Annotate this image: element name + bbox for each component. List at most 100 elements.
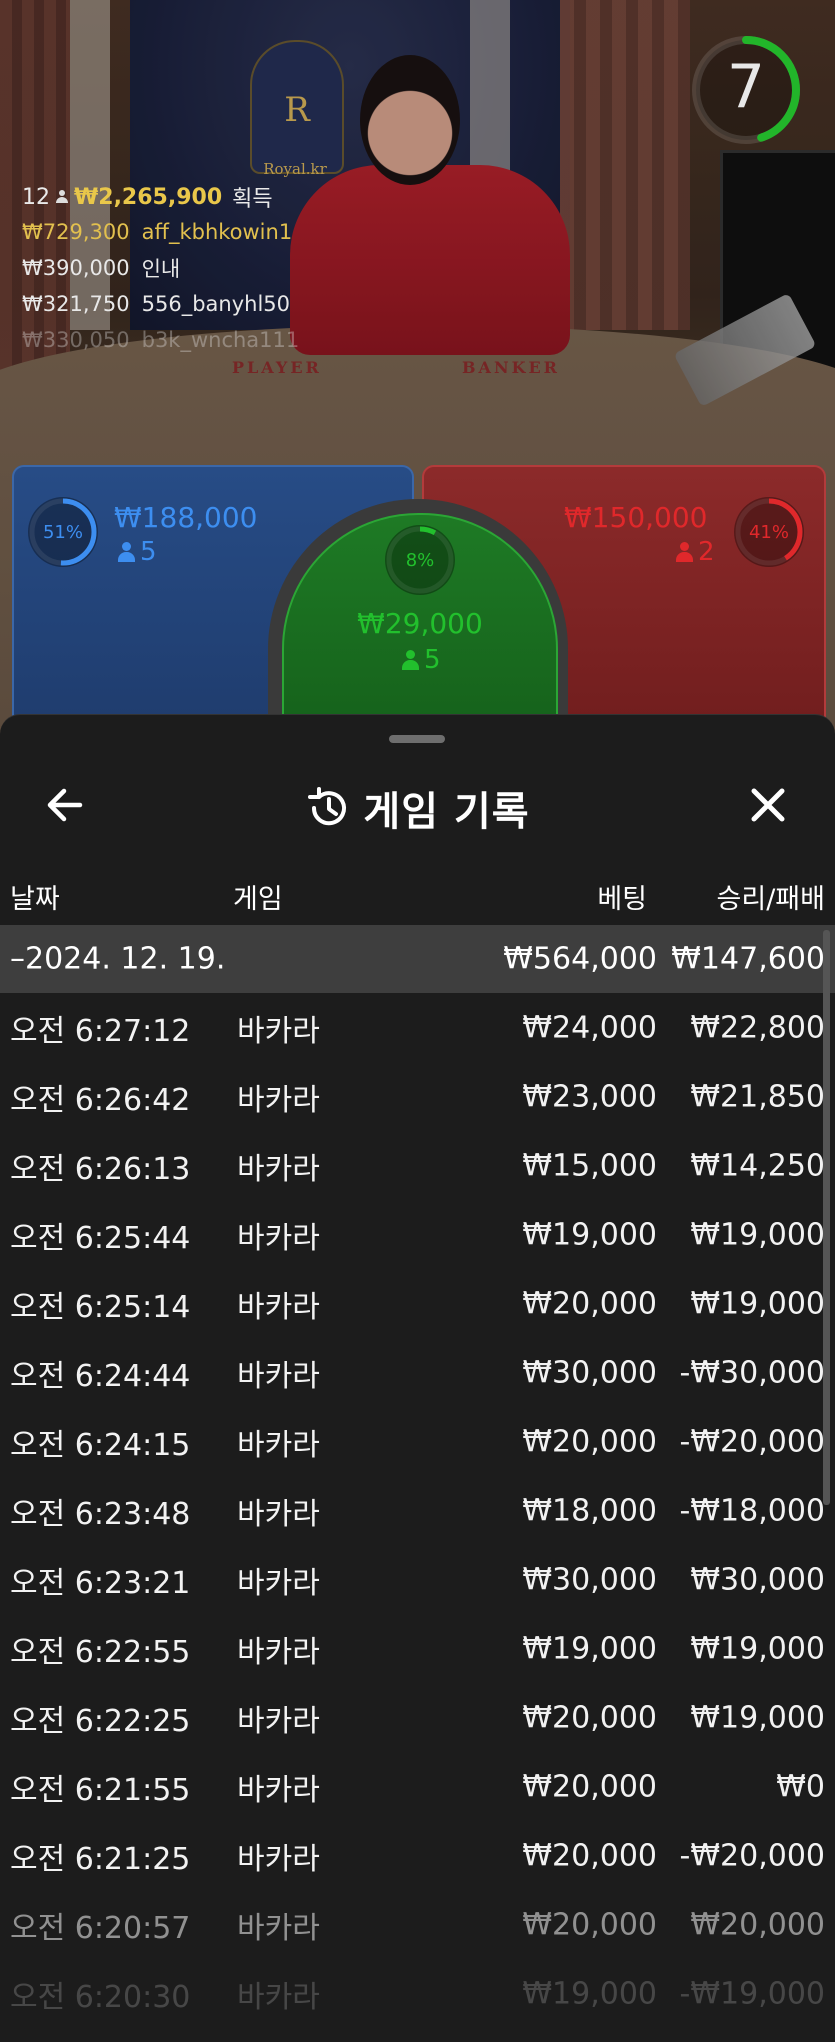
date-group-row[interactable]: –2024. 12. 19. ₩564,000 ₩147,600 [0,925,835,993]
tie-bet-amount: ₩29,000 [357,607,483,640]
table-row[interactable]: 오전 6:20:57 바카라 ₩20,000 ₩20,000 [0,1890,835,1959]
row-bet: ₩30,000 [522,1355,657,1390]
winner-name: 인내 [141,257,181,281]
winner-row: ₩321,750 556_banyhl50 [22,286,422,322]
row-result: ₩19,000 [690,1286,825,1321]
live-video: R Royal.kr PLAYER BANKER 7 12 ₩2,265,900… [0,0,835,740]
row-bet: ₩19,000 [522,1631,657,1666]
row-game: 바카라 [237,1772,320,1808]
row-bet: ₩20,000 [522,1907,657,1942]
col-game: 게임 [233,884,283,915]
col-date: 날짜 [10,884,60,915]
table-row[interactable]: 오전 6:22:25 바카라 ₩20,000 ₩19,000 [0,1683,835,1752]
player-bet-amount: ₩188,000 [114,501,258,534]
row-result: -₩20,000 [679,1838,825,1873]
winner-amount: ₩330,050 [22,328,130,352]
winners-list: 12 ₩2,265,900 획득 ₩729,300 aff_kbhkowin1 … [22,180,422,358]
player-percent: 51% [42,521,83,543]
table-row[interactable]: 오전 6:24:44 바카라 ₩30,000 -₩30,000 [0,1338,835,1407]
row-result: ₩14,250 [690,1148,825,1183]
row-time: 오전 6:26:13 [10,1151,191,1187]
row-time: 오전 6:21:55 [10,1772,191,1808]
row-result: -₩18,000 [679,1493,825,1528]
row-bet: ₩20,000 [522,1769,657,1804]
winner-row: ₩330,050 b3k_wncha111 [22,322,422,358]
winners-total-suffix: 획득 [232,187,273,212]
row-time: 오전 6:20:57 [10,1910,191,1946]
col-bet: 베팅 [597,884,647,915]
row-bet: ₩20,000 [522,1838,657,1873]
row-bet: ₩20,000 [522,1286,657,1321]
table-row[interactable]: 오전 6:25:44 바카라 ₩19,000 ₩19,000 [0,1200,835,1269]
row-game: 바카라 [237,1634,320,1670]
banker-count-value: 2 [698,537,715,567]
date-group-bet-total: ₩564,000 [503,941,657,977]
row-time: 오전 6:20:30 [10,1979,191,2015]
tie-percent: 8% [405,549,435,571]
banker-percent: 41% [748,521,789,543]
row-bet: ₩23,000 [522,1079,657,1114]
sheet-title-group: 게임 기록 [0,779,835,837]
history-icon [308,787,347,826]
row-game: 바카라 [237,1427,320,1463]
round-timer: 7 [690,34,802,146]
winner-amount: ₩321,750 [22,292,130,316]
person-icon [402,650,419,670]
game-history-sheet: 게임 기록 날짜 게임 베팅 승리/패배 –2024. 12. 19. ₩564… [0,714,835,2042]
winners-total: ₩2,265,900 [74,184,223,210]
table-row[interactable]: 오전 6:21:55 바카라 ₩20,000 ₩0 [0,1752,835,1821]
table-row[interactable]: 오전 6:23:48 바카라 ₩18,000 -₩18,000 [0,1476,835,1545]
winners-count: 12 [22,184,50,210]
date-group-result-total: ₩147,600 [671,941,825,977]
table-row[interactable]: 오전 6:21:25 바카라 ₩20,000 -₩20,000 [0,1821,835,1890]
person-icon [676,542,693,562]
row-bet: ₩15,000 [522,1148,657,1183]
history-scrollbar[interactable] [823,930,830,1505]
row-time: 오전 6:27:12 [10,1013,191,1049]
banker-bettor-count: 2 [676,537,715,567]
table-row[interactable]: 오전 6:20:30 바카라 ₩19,000 -₩19,000 [0,1959,835,2028]
tie-bet-area: 8% ₩29,000 5 [282,513,558,740]
row-bet: ₩30,000 [522,1562,657,1597]
row-time: 오전 6:24:44 [10,1358,191,1394]
row-time: 오전 6:21:25 [10,1841,191,1877]
row-time: 오전 6:23:21 [10,1565,191,1601]
row-result: ₩22,800 [690,1010,825,1045]
row-game: 바카라 [237,1151,320,1187]
close-icon [751,788,785,822]
table-row[interactable]: 오전 6:25:14 바카라 ₩20,000 ₩19,000 [0,1269,835,1338]
sheet-header: 게임 기록 [0,755,835,855]
timer-seconds: 7 [726,52,766,122]
table-row[interactable]: 오전 6:24:15 바카라 ₩20,000 -₩20,000 [0,1407,835,1476]
table-row[interactable]: 오전 6:23:21 바카라 ₩30,000 ₩30,000 [0,1545,835,1614]
close-button[interactable] [736,777,800,833]
winner-name: 556_banyhl50 [141,292,290,316]
row-result: ₩30,000 [690,1562,825,1597]
row-time: 오전 6:22:55 [10,1634,191,1670]
winner-row: ₩390,000 인내 [22,250,422,286]
table-row[interactable]: 오전 6:22:55 바카라 ₩19,000 ₩19,000 [0,1614,835,1683]
bet-distribution: 51% ₩188,000 5 41% ₩150,000 2 8% ₩29,000… [0,465,835,740]
row-game: 바카라 [237,1220,320,1256]
person-icon [118,542,135,562]
table-row[interactable]: 오전 6:27:12 바카라 ₩24,000 ₩22,800 [0,993,835,1062]
row-game: 바카라 [237,1910,320,1946]
row-time: 오전 6:25:44 [10,1220,191,1256]
sheet-drag-handle[interactable] [389,735,445,743]
player-count-value: 5 [140,537,157,567]
row-time: 오전 6:22:25 [10,1703,191,1739]
row-time: 오전 6:24:15 [10,1427,191,1463]
row-game: 바카라 [237,1289,320,1325]
winner-row: ₩729,300 aff_kbhkowin1 [22,214,422,250]
row-game: 바카라 [237,1703,320,1739]
table-row[interactable]: 오전 6:26:42 바카라 ₩23,000 ₩21,850 [0,1062,835,1131]
date-group-label: –2024. 12. 19. [10,941,226,977]
table-row[interactable]: 오전 6:26:13 바카라 ₩15,000 ₩14,250 [0,1131,835,1200]
row-result: ₩20,000 [690,1907,825,1942]
row-game: 바카라 [237,1358,320,1394]
row-bet: ₩24,000 [522,1010,657,1045]
row-result: -₩19,000 [679,1976,825,2011]
row-result: ₩0 [776,1769,825,1804]
row-result: ₩21,850 [690,1079,825,1114]
row-game: 바카라 [237,1082,320,1118]
